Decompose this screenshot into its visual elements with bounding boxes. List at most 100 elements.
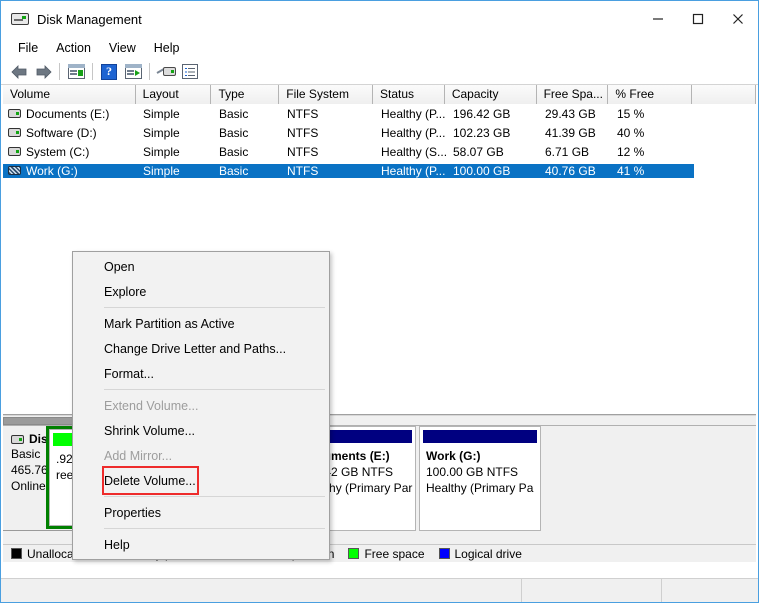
disk-management-window: Disk Management File Action View Help ? … [0,0,759,603]
table-row[interactable]: Work (G:) Simple Basic NTFS Healthy (P... 100… [3,161,756,180]
rescan-disks-button[interactable] [154,61,178,83]
cell-type: Basic [219,106,249,121]
cell-capacity: 102.23 GB [453,125,511,140]
help-icon: ? [101,63,117,80]
volume-column-header-type[interactable]: Type [211,85,280,104]
forward-icon [36,64,52,79]
legend-label: Free space [364,546,425,561]
cell-free-space: 41.39 GB [545,125,596,140]
context-menu-item-mark-partition-as-active[interactable]: Mark Partition as Active [73,311,329,336]
volume-column-header-free-spa[interactable]: Free Spa... [536,85,609,104]
partition-size: 100.00 GB NTFS [426,465,519,479]
context-menu-item-shrink-volume[interactable]: Shrink Volume... [73,418,329,443]
partition-title: Work (G:) [420,443,540,464]
legend-item: Logical drive [438,546,522,561]
legend-item: Free space [348,546,425,561]
status-pane-1 [1,579,522,602]
cell-free-space: 29.43 GB [545,106,596,121]
menu-view[interactable]: View [100,39,145,57]
cell-file-system: NTFS [287,125,319,140]
cell-type: Basic [219,144,249,159]
menu-help[interactable]: Help [145,39,189,57]
cell-capacity: 58.07 GB [453,144,504,159]
table-row[interactable]: Documents (E:) Simple Basic NTFS Healthy (P.… [3,104,756,123]
context-menu-item-help[interactable]: Help [73,532,329,557]
cell-percent-free: 12 % [617,144,645,159]
partition-letter: (E:) [369,449,390,463]
drive-icon-selected [8,166,21,175]
cell-layout: Simple [143,125,180,140]
menu-bar: File Action View Help [1,37,758,59]
cell-free-space: 6.71 GB [545,144,590,159]
context-menu-separator [104,496,325,497]
show-hide-console-tree-button[interactable] [64,61,88,83]
back-button[interactable] [7,61,31,83]
back-icon [10,64,26,79]
volume-column-header-status[interactable]: Status [373,85,445,104]
context-menu-item-properties[interactable]: Properties [73,500,329,525]
volume-column-header-volume[interactable]: Volume [3,85,136,104]
forward-button[interactable] [31,61,55,83]
volume-list-rows: Documents (E:) Simple Basic NTFS Healthy (P.… [3,104,756,180]
content-area: Volume Layout Type File System Status Capacit… [1,85,758,578]
maximize-button[interactable] [678,1,718,37]
context-menu-item-explore[interactable]: Explore [73,279,329,304]
volume-name: Software (D:) [26,125,97,140]
table-row[interactable]: Software (D:) Simple Basic NTFS Healthy (P..… [3,123,756,142]
cell-type: Basic [212,163,280,178]
context-menu-item-delete-volume[interactable]: Delete Volume... [73,468,329,493]
volume-name: System (C:) [26,144,90,159]
partition-label: Work [426,449,456,463]
disk-icon [11,434,24,444]
context-menu-separator [104,307,325,308]
partition-color-bar [423,430,537,443]
disk-management-icon [11,12,29,26]
cell-capacity: 196.42 GB [453,106,511,121]
volume-column-header-layout[interactable]: Layout [135,85,212,104]
menu-file[interactable]: File [9,39,47,57]
table-row[interactable]: System (C:) Simple Basic NTFS Healthy (S... 5… [3,142,756,161]
volume-name: Work (G:) [26,163,78,178]
help-button[interactable]: ? [97,61,121,83]
partition-block-work[interactable]: Work (G:) 100.00 GB NTFS Healthy (Primary … [419,426,541,531]
drive-icon [8,109,21,118]
volume-column-header-blank[interactable] [692,85,757,104]
rescan-disks-icon [156,65,176,79]
drive-icon [8,128,21,137]
cell-status: Healthy (P... [381,125,446,140]
legend-label: Logical drive [454,546,522,561]
toolbar-separator [59,63,60,80]
legend-swatch [438,548,450,559]
cell-layout: Simple [143,144,180,159]
context-menu-item-change-drive-letter-and-paths[interactable]: Change Drive Letter and Paths... [73,336,329,361]
properties-icon [182,64,198,79]
properties-button[interactable] [178,61,202,83]
toolbar-separator-3 [149,63,150,80]
volume-name: Documents (E:) [26,106,110,121]
cell-status: Healthy (P... [374,163,446,178]
close-button[interactable] [718,1,758,37]
show-hide-action-pane-button[interactable] [121,61,145,83]
menu-action[interactable]: Action [47,39,100,57]
cell-free-space: 40.76 GB [538,163,610,178]
cell-file-system: NTFS [287,106,319,121]
toolbar: ? [1,59,758,85]
cell-type: Basic [219,125,249,140]
minimize-button[interactable] [638,1,678,37]
volume-column-header-file-system[interactable]: File System [279,85,374,104]
cell-percent-free: 15 % [617,106,645,121]
context-menu-item-format[interactable]: Format... [73,361,329,386]
drive-icon [8,147,21,156]
cell-status: Healthy (S... [381,144,446,159]
show-hide-console-tree-icon [67,64,85,79]
context-menu-item-open[interactable]: Open [73,254,329,279]
legend-swatch [11,548,22,559]
status-pane-3 [662,579,758,602]
volume-column-header-free[interactable]: % Free [608,85,693,104]
cell-percent-free: 40 % [617,125,645,140]
volume-column-header-capacity[interactable]: Capacity [444,85,537,104]
partition-status: Healthy (Primary Pa [426,481,534,495]
volume-list-header: Volume Layout Type File System Status Capacit… [3,85,757,104]
context-menu-item-extend-volume: Extend Volume... [104,398,199,413]
cell-capacity: 100.00 GB [446,163,538,178]
